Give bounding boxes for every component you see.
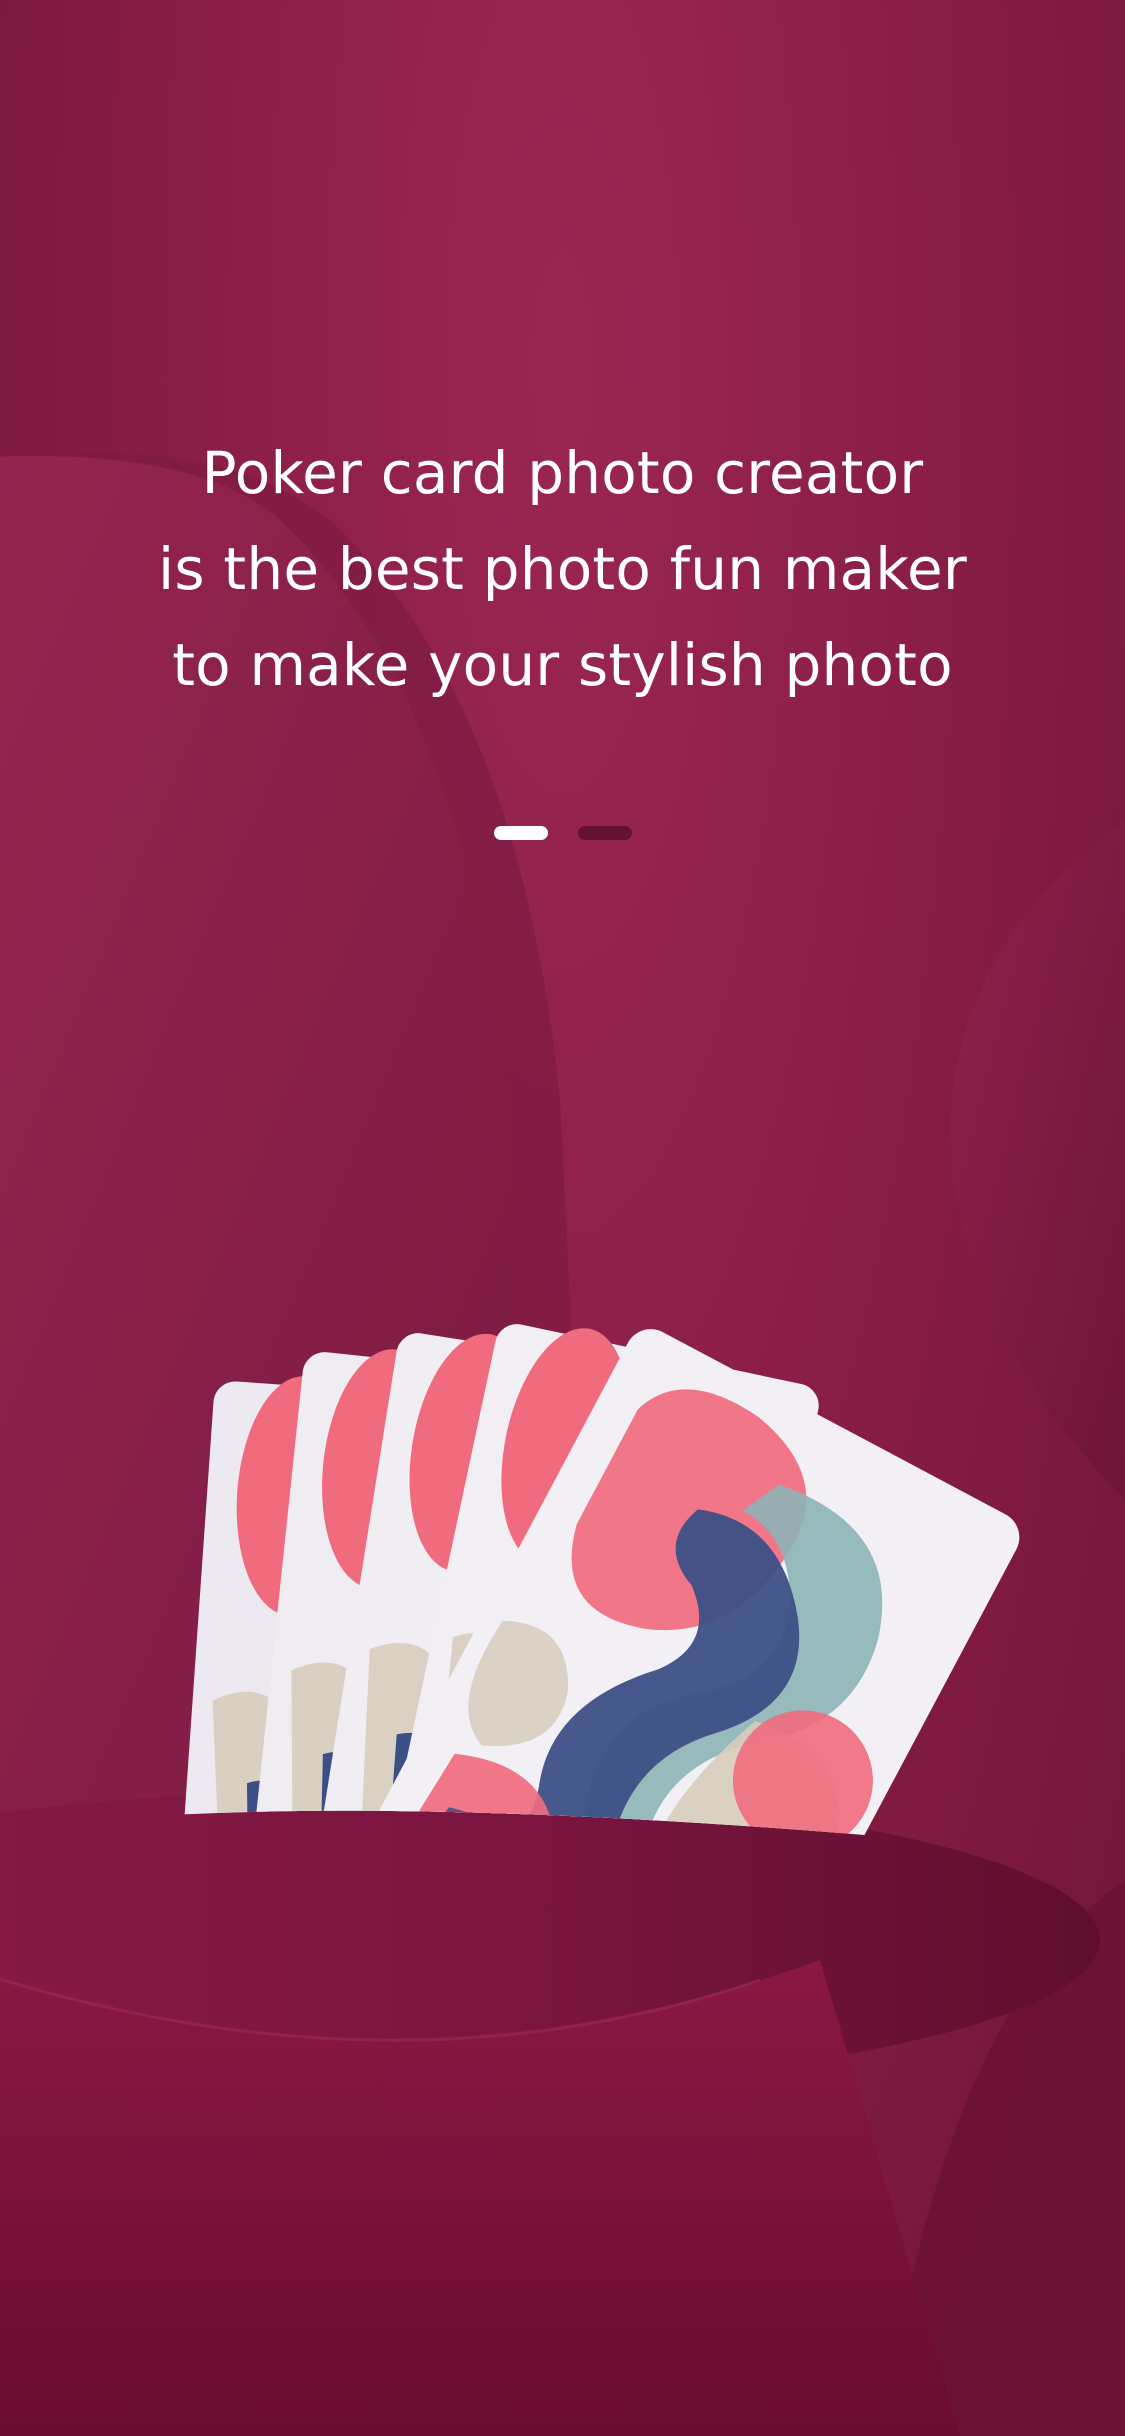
onboarding-screen: Poker card photo creator is the best pho… [0, 0, 1125, 2436]
page-indicator-dot-2[interactable] [577, 826, 632, 840]
headline-line-1: Poker card photo creator [201, 439, 924, 507]
poker-cards-illustration [180, 1324, 1020, 1860]
headline-line-2: is the best photo fun maker [158, 535, 967, 603]
onboarding-headline: Poker card photo creator is the best pho… [0, 425, 1125, 713]
page-indicator [0, 826, 1125, 840]
page-indicator-dot-1[interactable] [493, 826, 548, 840]
headline-line-3: to make your stylish photo [172, 631, 953, 699]
